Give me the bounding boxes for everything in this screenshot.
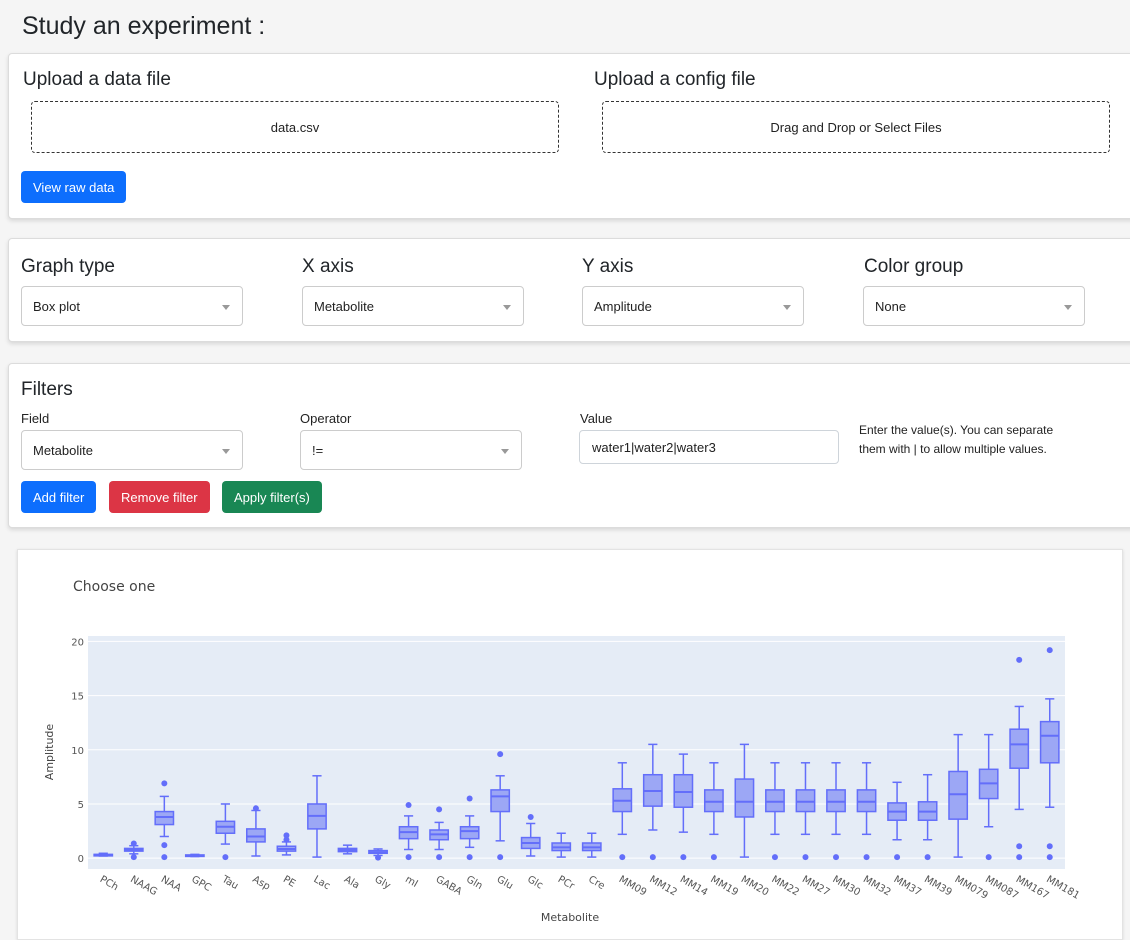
filter-operator-select[interactable]: !=	[300, 430, 522, 470]
upload-data-title: Upload a data file	[23, 69, 171, 90]
filter-operator-value: !=	[312, 442, 324, 458]
field-label: Field	[21, 411, 50, 426]
color-group-value: None	[875, 298, 907, 314]
chart-title: Choose one	[73, 579, 156, 595]
page-title: Study an experiment :	[22, 12, 266, 40]
y-axis-value: Amplitude	[594, 298, 652, 314]
y-axis-select[interactable]: Amplitude	[582, 286, 804, 326]
y-axis-label: Y axis	[582, 256, 634, 277]
remove-filter-button[interactable]: Remove filter	[109, 481, 210, 513]
chevron-down-icon	[783, 305, 791, 310]
chart-card	[17, 549, 1123, 940]
data-file-dropzone[interactable]: data.csv	[31, 101, 559, 153]
filter-help-text: Enter the value(s). You can separate the…	[859, 421, 1053, 459]
chevron-down-icon	[501, 449, 509, 454]
filter-field-value: Metabolite	[33, 442, 93, 458]
apply-filters-button[interactable]: Apply filter(s)	[222, 481, 322, 513]
color-group-select[interactable]: None	[863, 286, 1085, 326]
view-raw-data-button[interactable]: View raw data	[21, 171, 127, 203]
graph-type-label: Graph type	[21, 256, 115, 277]
x-axis-select[interactable]: Metabolite	[302, 286, 524, 326]
chevron-down-icon	[503, 305, 511, 310]
graph-type-select[interactable]: Box plot	[21, 286, 243, 326]
config-dropzone-prompt: Drag and Drop or Select Files	[770, 119, 942, 135]
upload-config-title: Upload a config file	[594, 69, 756, 90]
operator-label: Operator	[300, 411, 352, 426]
filter-field-select[interactable]: Metabolite	[21, 430, 243, 470]
value-label: Value	[580, 411, 613, 426]
chevron-down-icon	[1064, 305, 1072, 310]
filter-value-input[interactable]	[579, 430, 839, 464]
color-group-label: Color group	[864, 256, 964, 277]
add-filter-button[interactable]: Add filter	[21, 481, 97, 513]
filter-help-line-2: them with | to allow multiple values.	[859, 442, 1047, 456]
chevron-down-icon	[222, 305, 230, 310]
data-file-name: data.csv	[270, 119, 320, 135]
filter-help-line-1: Enter the value(s). You can separate	[859, 423, 1054, 437]
graph-type-value: Box plot	[33, 298, 80, 314]
config-file-dropzone[interactable]: Drag and Drop or Select Files	[602, 101, 1110, 153]
chevron-down-icon	[222, 449, 230, 454]
x-axis-label: X axis	[302, 256, 354, 277]
filters-title: Filters	[21, 379, 73, 400]
x-axis-value: Metabolite	[314, 298, 374, 314]
